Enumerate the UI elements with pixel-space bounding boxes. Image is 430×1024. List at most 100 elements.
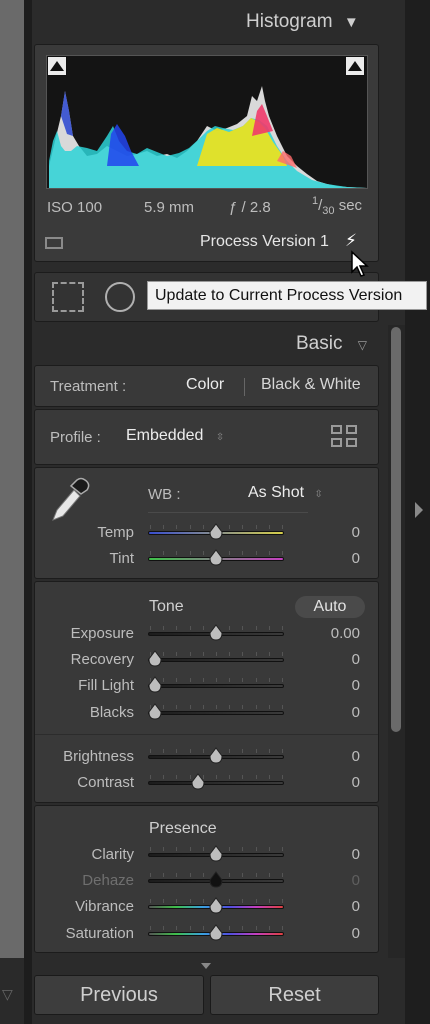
saturation-slider-handle[interactable] <box>209 924 223 942</box>
clarity-slider-handle[interactable] <box>209 845 223 863</box>
blacks-tick <box>176 705 178 709</box>
recovery-slider-track[interactable] <box>148 658 284 662</box>
contrast-value[interactable]: 0 <box>300 774 360 791</box>
auto-button[interactable]: Auto <box>295 596 365 618</box>
clarity-tick <box>255 847 257 851</box>
fill-light-slider-track[interactable] <box>148 684 284 688</box>
temp-value[interactable]: 0 <box>300 524 360 541</box>
wb-select[interactable]: As Shot ⇳ <box>248 484 323 502</box>
scrollbar-thumb[interactable] <box>391 327 401 732</box>
recovery-label: Recovery <box>70 651 134 668</box>
exposure-value[interactable]: 0.00 <box>300 625 360 642</box>
tone-divider <box>35 734 378 735</box>
dehaze-tick <box>255 873 257 877</box>
fill-light-tick <box>255 678 257 682</box>
histogram-title: Histogram <box>246 11 333 32</box>
recovery-slider-handle[interactable] <box>148 650 162 668</box>
recovery-tick <box>189 652 191 656</box>
fill-light-value[interactable]: 0 <box>300 677 360 694</box>
clarity-label: Clarity <box>91 846 134 863</box>
contrast-slider-handle[interactable] <box>191 773 205 791</box>
exposure-tick <box>176 626 178 630</box>
right-panel-edge[interactable] <box>405 0 430 1024</box>
profile-select[interactable]: Embedded ⇳ <box>126 427 224 445</box>
expand-right-icon[interactable] <box>415 502 423 518</box>
dehaze-tick <box>163 873 165 877</box>
highlight-clipping-toggle[interactable] <box>345 56 365 76</box>
clarity-tick <box>176 847 178 851</box>
basic-collapse-icon[interactable]: ▽ <box>358 338 367 352</box>
exposure-slider-handle[interactable] <box>209 624 223 642</box>
shadow-clipping-toggle[interactable] <box>47 56 67 76</box>
vibrance-slider-handle[interactable] <box>209 897 223 915</box>
treatment-label: Treatment : <box>50 378 127 395</box>
vibrance-tick <box>229 899 231 903</box>
recovery-value[interactable]: 0 <box>300 651 360 668</box>
blacks-label: Blacks <box>89 704 134 721</box>
temp-tick <box>189 525 191 529</box>
exposure-tick <box>202 626 204 630</box>
fill-light-slider-handle[interactable] <box>148 676 162 694</box>
dehaze-tick <box>282 873 283 877</box>
temp-tick <box>150 525 151 529</box>
treatment-bw-option[interactable]: Black & White <box>261 376 361 394</box>
contrast-slider-track[interactable] <box>148 781 284 785</box>
brightness-tick <box>150 749 151 753</box>
dehaze-tick <box>242 873 244 877</box>
collapse-icon[interactable]: ▼ <box>344 14 359 31</box>
dehaze-tick <box>176 873 178 877</box>
temp-tick <box>163 525 165 529</box>
basic-header[interactable]: Basic ▽ <box>296 333 367 355</box>
lightning-icon[interactable]: ⚡︎ <box>345 231 357 251</box>
brightness-tick <box>268 749 270 753</box>
previous-button[interactable]: Previous <box>34 975 204 1015</box>
temp-tick <box>229 525 231 529</box>
recovery-tick <box>282 652 283 656</box>
filmstrip-track <box>0 0 24 1024</box>
wb-label: WB : <box>148 486 181 503</box>
recovery-tick <box>202 652 204 656</box>
vibrance-tick <box>176 899 178 903</box>
original-photo-icon[interactable] <box>45 237 63 249</box>
exposure-tick <box>242 626 244 630</box>
vibrance-value[interactable]: 0 <box>300 898 360 915</box>
brightness-tick <box>229 749 231 753</box>
tint-tick <box>268 551 270 555</box>
tint-value[interactable]: 0 <box>300 550 360 567</box>
panel-scrollbar[interactable] <box>388 325 405 958</box>
saturation-tick <box>242 926 244 930</box>
treatment-color-option[interactable]: Color <box>186 376 224 394</box>
brightness-value[interactable]: 0 <box>300 748 360 765</box>
reset-button[interactable]: Reset <box>210 975 379 1015</box>
clarity-tick <box>242 847 244 851</box>
blacks-value[interactable]: 0 <box>300 704 360 721</box>
spot-removal-icon[interactable] <box>105 282 135 312</box>
collapse-left-icon[interactable]: ▽ <box>2 986 13 1003</box>
contrast-tick <box>282 775 283 779</box>
blacks-tick <box>189 705 191 709</box>
recovery-tick <box>268 652 270 656</box>
eyedropper-icon[interactable] <box>49 476 93 524</box>
tint-slider-handle[interactable] <box>209 549 223 567</box>
clarity-value[interactable]: 0 <box>300 846 360 863</box>
crop-tool-icon[interactable] <box>52 282 84 312</box>
blacks-slider-handle[interactable] <box>148 703 162 721</box>
tint-tick <box>229 551 231 555</box>
histogram-header[interactable]: Histogram ▼ <box>246 11 359 33</box>
vibrance-tick <box>202 899 204 903</box>
tint-tick <box>282 551 283 555</box>
histogram-panel: ISO 100 5.9 mm ƒ / 2.8 1/30 sec Process … <box>34 44 379 262</box>
blacks-tick <box>242 705 244 709</box>
blacks-slider-track[interactable] <box>148 711 284 715</box>
tint-tick <box>242 551 244 555</box>
dehaze-slider-handle[interactable] <box>209 871 223 889</box>
exposure-tick <box>282 626 283 630</box>
saturation-tick <box>282 926 283 930</box>
profile-browser-icon[interactable] <box>331 425 359 449</box>
vibrance-tick <box>189 899 191 903</box>
brightness-slider-handle[interactable] <box>209 747 223 765</box>
saturation-label: Saturation <box>65 925 134 942</box>
dehaze-value[interactable]: 0 <box>300 872 360 889</box>
temp-slider-handle[interactable] <box>209 523 223 541</box>
saturation-value[interactable]: 0 <box>300 925 360 942</box>
